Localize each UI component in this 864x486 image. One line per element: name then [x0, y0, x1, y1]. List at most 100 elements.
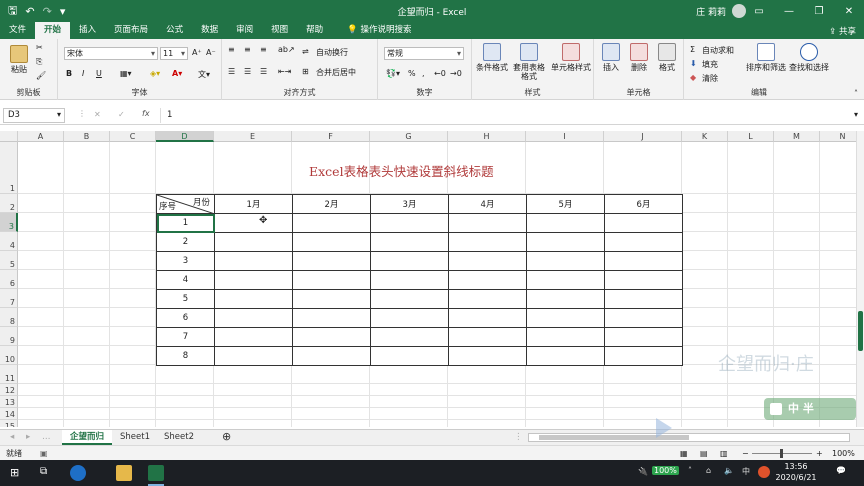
column-header-e[interactable]: E	[214, 131, 292, 142]
format-cells-button[interactable]: 格式	[654, 43, 680, 72]
indent-icon[interactable]: ⇤⇥	[278, 67, 291, 76]
data-cell[interactable]	[526, 251, 605, 271]
battery-indicator[interactable]: 100%	[652, 466, 679, 475]
id-cell[interactable]: 6	[156, 308, 215, 328]
user-account[interactable]: 庄 莉莉	[696, 4, 746, 18]
clear-button[interactable]: 清除	[702, 73, 718, 84]
align-bottom-icon[interactable]: ≡	[260, 45, 267, 54]
data-cell[interactable]	[604, 346, 683, 366]
row-header-14[interactable]: 14	[0, 408, 18, 420]
format-as-table-button[interactable]: 套用表格格式	[510, 43, 548, 81]
restore-icon[interactable]: ❐	[804, 6, 834, 17]
month-header-cell[interactable]: 2月	[292, 194, 371, 214]
zoom-slider-thumb[interactable]	[780, 449, 783, 458]
data-cell[interactable]	[214, 270, 293, 290]
tab-page-layout[interactable]: 页面布局	[105, 22, 157, 39]
data-cell[interactable]	[292, 308, 371, 328]
column-header-h[interactable]: H	[448, 131, 526, 142]
formula-input[interactable]: 1	[160, 108, 860, 123]
autosum-button[interactable]: 自动求和	[702, 45, 734, 56]
notification-icon[interactable]: 💬	[836, 466, 846, 475]
row-header-11[interactable]: 11	[0, 365, 18, 384]
month-header-cell[interactable]: 1月	[214, 194, 293, 214]
data-cell[interactable]	[604, 270, 683, 290]
column-header-k[interactable]: K	[682, 131, 728, 142]
data-cell[interactable]	[526, 327, 605, 347]
format-painter-icon[interactable]: 🖌	[36, 71, 46, 80]
id-cell[interactable]: 3	[156, 251, 215, 271]
decrease-decimal-icon[interactable]: →0	[450, 69, 462, 78]
data-cell[interactable]	[370, 213, 449, 233]
align-middle-icon[interactable]: ≡	[244, 45, 251, 54]
id-cell[interactable]: 8	[156, 346, 215, 366]
row-header-13[interactable]: 13	[0, 396, 18, 408]
minimize-icon[interactable]: —	[774, 6, 804, 17]
data-cell[interactable]	[604, 213, 683, 233]
collapse-ribbon-icon[interactable]: ˄	[854, 89, 858, 98]
customize-qat-icon[interactable]: ▾	[60, 5, 66, 18]
ribbon-display-icon[interactable]: ▭	[744, 6, 774, 17]
clock-time[interactable]: 13:56	[776, 462, 816, 471]
grow-font-icon[interactable]: A⁺	[192, 48, 202, 57]
data-cell[interactable]	[604, 251, 683, 271]
font-size-select[interactable]: 11	[160, 47, 188, 60]
data-cell[interactable]	[526, 213, 605, 233]
month-header-cell[interactable]: 4月	[448, 194, 527, 214]
copy-icon[interactable]: ⎘	[36, 57, 42, 67]
id-cell[interactable]: 4	[156, 270, 215, 290]
paste-button[interactable]: 粘贴	[6, 45, 32, 74]
row-header-6[interactable]: 6	[0, 270, 18, 289]
percent-icon[interactable]: %	[408, 69, 416, 78]
data-cell[interactable]	[526, 232, 605, 252]
borders-icon[interactable]: ▦▾	[120, 69, 132, 78]
orientation-icon[interactable]: ab↗	[278, 45, 295, 54]
data-cell[interactable]	[214, 232, 293, 252]
name-box-dropdown-icon[interactable]: ▾	[57, 110, 61, 119]
data-cell[interactable]	[526, 289, 605, 309]
data-cell[interactable]	[292, 232, 371, 252]
data-cell[interactable]	[214, 346, 293, 366]
row-header-7[interactable]: 7	[0, 289, 18, 308]
row-header-5[interactable]: 5	[0, 251, 18, 270]
increase-decimal-icon[interactable]: ←0	[434, 69, 446, 78]
underline-button[interactable]: U	[96, 69, 102, 78]
cancel-icon[interactable]: ✕	[94, 110, 101, 119]
enter-icon[interactable]: ✓	[118, 110, 125, 119]
select-all-corner[interactable]	[0, 131, 18, 142]
task-view-icon[interactable]: ⧉	[40, 466, 47, 477]
wrap-text-button[interactable]: 自动换行	[316, 47, 348, 58]
fill-color-icon[interactable]: ◈▾	[150, 69, 160, 78]
tab-home[interactable]: 开始	[35, 22, 71, 39]
id-cell[interactable]: 7	[156, 327, 215, 347]
row-header-15[interactable]: 15	[0, 420, 18, 427]
sheet-title[interactable]: Excel表格表头快速设置斜线标题	[309, 161, 494, 180]
ie-browser-icon[interactable]	[70, 465, 86, 481]
italic-button[interactable]: I	[82, 69, 84, 78]
autosum-icon[interactable]: Σ	[690, 45, 695, 54]
sheet-tab-sheet2[interactable]: Sheet2	[156, 430, 202, 445]
data-cell[interactable]	[214, 289, 293, 309]
id-cell[interactable]: 1	[156, 213, 215, 233]
network-icon[interactable]: ⌂	[706, 466, 711, 475]
page-break-view-icon[interactable]: ▥	[720, 446, 728, 461]
row-header-9[interactable]: 9	[0, 327, 18, 346]
data-cell[interactable]	[292, 346, 371, 366]
data-cell[interactable]	[604, 308, 683, 328]
vertical-scrollbar[interactable]	[856, 131, 864, 427]
shrink-font-icon[interactable]: A⁻	[206, 48, 216, 57]
data-cell[interactable]	[370, 232, 449, 252]
row-header-2[interactable]: 2	[0, 194, 18, 213]
share-button[interactable]: ⇪ 共享	[829, 25, 856, 37]
delete-cells-button[interactable]: 删除	[626, 43, 652, 72]
column-header-j[interactable]: J	[604, 131, 682, 142]
row-header-12[interactable]: 12	[0, 384, 18, 396]
data-cell[interactable]	[292, 327, 371, 347]
align-center-icon[interactable]: ☰	[244, 67, 251, 76]
worksheet-grid[interactable]: A B C D E F G H I J K L M N 1 2 3 4 5 6 7 8 9 10 11 12 13 14 15 Excel…	[0, 131, 858, 427]
close-icon[interactable]: ✕	[834, 6, 864, 17]
column-header-n[interactable]: N	[820, 131, 858, 142]
align-left-icon[interactable]: ☰	[228, 67, 235, 76]
merge-center-button[interactable]: 合并后居中	[316, 67, 356, 78]
bold-button[interactable]: B	[66, 69, 72, 78]
merge-icon[interactable]: ⊞	[302, 67, 309, 76]
